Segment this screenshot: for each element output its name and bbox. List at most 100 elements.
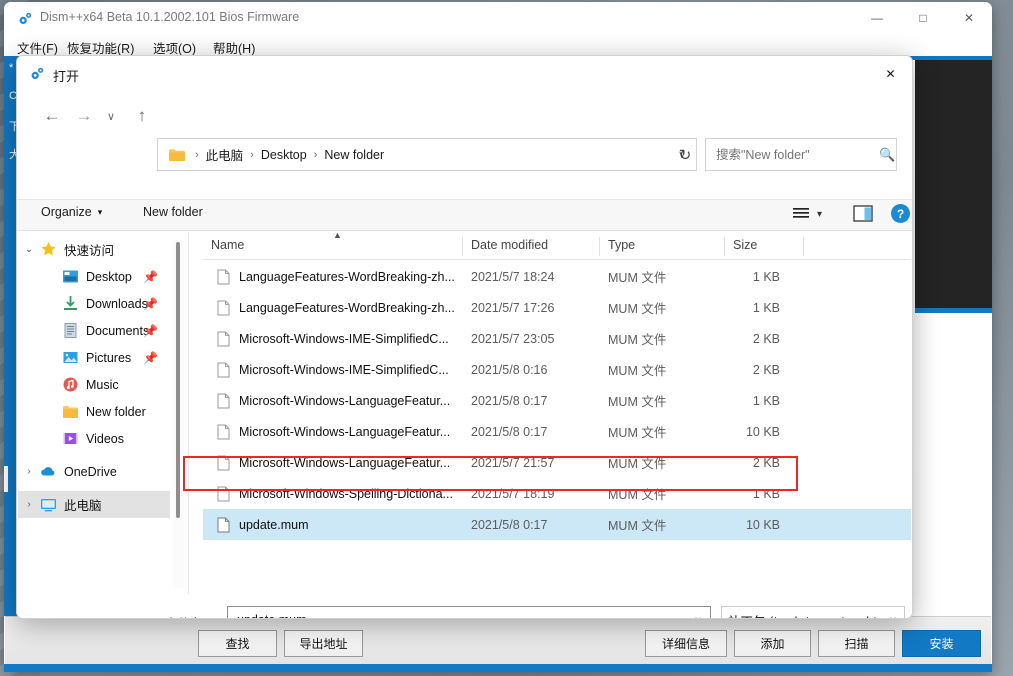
file-size: 1 KB [752, 269, 780, 284]
file-type-filter-dropdown[interactable]: 补丁包 (*.cab;*.msu;*.esd;*.ex ∨ [721, 606, 905, 619]
table-row[interactable]: LanguageFeatures-WordBreaking-zh... 2021… [203, 292, 911, 323]
column-header-size[interactable]: Size [725, 238, 757, 252]
table-row-selected[interactable]: update.mum 2021/5/8 0:17 MUM 文件 10 KB [203, 509, 911, 540]
recent-locations-chevron-down-icon[interactable]: ∨ [99, 100, 123, 132]
file-type: MUM 文件 [608, 333, 667, 347]
main-bottom-toolbar: 查找 导出地址 详细信息 添加 扫描 安装 [5, 616, 991, 664]
maximize-button[interactable]: □ [900, 2, 946, 34]
sidebar-item-new-folder[interactable]: New folder [18, 398, 170, 425]
table-row[interactable]: Microsoft-Windows-IME-SimplifiedC... 202… [203, 323, 911, 354]
pin-icon[interactable]: 📌 [143, 351, 158, 365]
table-row[interactable]: Microsoft-Windows-LanguageFeatur... 2021… [203, 416, 911, 447]
search-box[interactable]: 🔍 [705, 138, 897, 171]
file-icon [217, 486, 230, 501]
help-icon[interactable]: ? [891, 204, 910, 223]
scrollbar-thumb[interactable] [176, 242, 180, 518]
install-button[interactable]: 安装 [902, 630, 981, 657]
main-statusbar [4, 664, 992, 672]
file-size: 2 KB [752, 331, 780, 346]
sidebar-item-desktop[interactable]: Desktop 📌 [18, 263, 170, 290]
file-name: Microsoft-Windows-Spelling-Dictiona... [239, 486, 453, 501]
file-date: 2021/5/8 0:17 [471, 424, 548, 439]
chevron-right-icon[interactable]: › [18, 466, 40, 477]
sidebar-item-quick-access[interactable]: ⌄ 快速访问 [18, 236, 170, 263]
dialog-close-icon[interactable]: ✕ [869, 56, 912, 92]
column-divider-4[interactable] [803, 237, 804, 256]
column-header-type[interactable]: Type [600, 238, 635, 252]
file-icon [217, 269, 230, 284]
scan-button[interactable]: 扫描 [818, 630, 895, 657]
dialog-title: 打开 [53, 69, 80, 84]
column-header-name[interactable]: Name [203, 238, 244, 252]
sidebar-item-documents[interactable]: Documents 📌 [18, 317, 170, 344]
sidebar-item-onedrive[interactable]: › OneDrive [18, 458, 170, 485]
search-icon[interactable]: 🔍 [879, 147, 895, 163]
table-row[interactable]: Microsoft-Windows-Spelling-Dictiona... 2… [203, 478, 911, 509]
pin-icon[interactable]: 📌 [143, 297, 158, 311]
up-button[interactable]: ↑ [127, 100, 157, 132]
file-icon [217, 393, 230, 408]
leftnav-item-0[interactable]: * [9, 62, 13, 74]
file-icon [217, 455, 230, 470]
file-size: 10 KB [745, 517, 780, 532]
breadcrumb-new-folder[interactable]: New folder [322, 146, 386, 164]
filename-input[interactable] [235, 612, 694, 618]
refresh-icon[interactable]: ↻ [670, 139, 700, 170]
open-file-dialog: 打开 ✕ ← → ∨ ↑ › 此电脑 › Desktop › New folde… [16, 55, 913, 619]
list-view-icon[interactable] [792, 206, 810, 222]
details-button[interactable]: 详细信息 [645, 630, 727, 657]
filename-chevron-down-icon[interactable]: ∨ [694, 614, 710, 619]
table-row[interactable]: LanguageFeatures-WordBreaking-zh... 2021… [203, 261, 911, 292]
table-row[interactable]: Microsoft-Windows-IME-SimplifiedC... 202… [203, 354, 911, 385]
file-type: MUM 文件 [608, 488, 667, 502]
file-type: MUM 文件 [608, 426, 667, 440]
close-button[interactable]: ✕ [946, 2, 992, 34]
column-header-date-modified[interactable]: Date modified [463, 238, 548, 252]
table-row[interactable]: Microsoft-Windows-LanguageFeatur... 2021… [203, 385, 911, 416]
file-size: 10 KB [745, 424, 780, 439]
chevron-down-icon[interactable]: ⌄ [18, 244, 40, 255]
minimize-button[interactable]: — [854, 2, 900, 34]
pin-icon[interactable]: 📌 [143, 270, 158, 284]
file-date: 2021/5/7 17:26 [471, 300, 555, 315]
onedrive-icon [41, 467, 55, 476]
navigation-pane-scrollbar[interactable] [173, 240, 184, 588]
pin-icon[interactable]: 📌 [143, 324, 158, 338]
app-dark-panel [915, 60, 992, 308]
table-row[interactable]: Microsoft-Windows-LanguageFeatur... 2021… [203, 447, 911, 478]
filename-combobox[interactable]: ∨ [227, 606, 711, 619]
file-size: 2 KB [752, 362, 780, 377]
sidebar-item-this-pc[interactable]: › 此电脑 [18, 491, 170, 518]
sidebar-item-label: 此电脑 [64, 499, 102, 513]
file-icon [217, 300, 230, 315]
find-button[interactable]: 查找 [198, 630, 277, 657]
file-list: LanguageFeatures-WordBreaking-zh... 2021… [203, 261, 911, 594]
forward-button[interactable]: → [69, 100, 99, 132]
pictures-icon [63, 352, 78, 363]
sidebar-item-pictures[interactable]: Pictures 📌 [18, 344, 170, 371]
downloads-icon [64, 296, 77, 310]
breadcrumb-desktop[interactable]: Desktop [259, 146, 309, 164]
breadcrumb-separator-2: › [313, 148, 318, 161]
filter-chevron-down-icon[interactable]: ∨ [889, 614, 904, 619]
add-button[interactable]: 添加 [734, 630, 811, 657]
search-input[interactable] [714, 146, 879, 163]
new-folder-button[interactable]: New folder [143, 205, 203, 219]
chevron-right-icon[interactable]: › [18, 499, 40, 510]
view-chevron-down-icon[interactable]: ▾ [817, 209, 822, 220]
export-path-button[interactable]: 导出地址 [284, 630, 363, 657]
sidebar-item-downloads[interactable]: Downloads 📌 [18, 290, 170, 317]
file-type: MUM 文件 [608, 457, 667, 471]
sidebar-item-videos[interactable]: Videos [18, 425, 170, 452]
chevron-down-icon: ▾ [97, 206, 103, 217]
documents-icon [64, 323, 77, 338]
organize-button[interactable]: Organize ▾ [41, 205, 102, 219]
sidebar-item-label: New folder [86, 404, 146, 419]
back-button[interactable]: ← [37, 100, 67, 132]
sidebar-item-music[interactable]: Music [18, 371, 170, 398]
pane-divider[interactable] [188, 232, 189, 594]
breadcrumb-this-pc[interactable]: 此电脑 [204, 143, 246, 166]
breadcrumb[interactable]: › 此电脑 › Desktop › New folder ∨ [157, 138, 697, 171]
preview-pane-icon[interactable] [853, 205, 873, 222]
file-size: 1 KB [752, 486, 780, 501]
